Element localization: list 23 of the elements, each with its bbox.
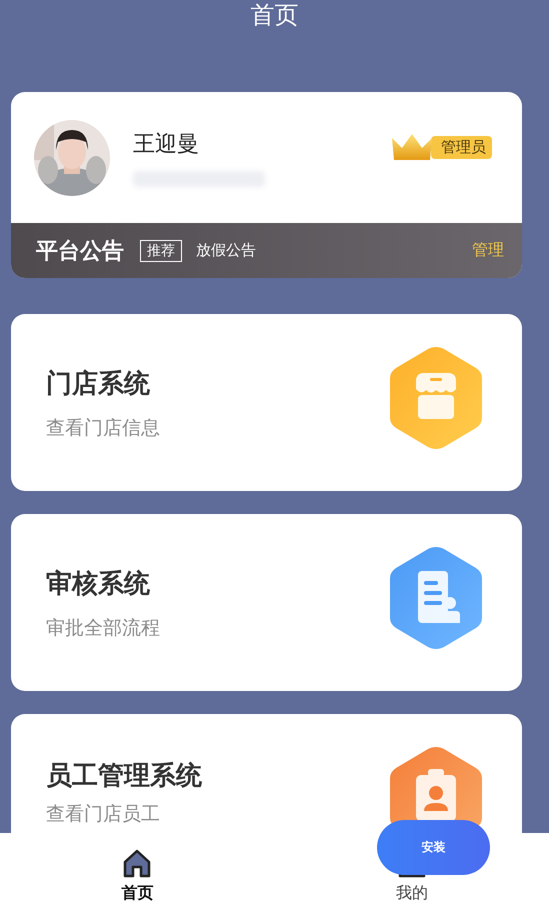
store-icon xyxy=(388,345,484,451)
crown-icon xyxy=(389,132,435,162)
system-subtitle: 查看门店员工 xyxy=(46,802,161,827)
document-person-icon xyxy=(388,545,484,651)
system-title: 审核系统 xyxy=(46,568,151,601)
notice-tag: 推荐 xyxy=(140,240,182,262)
home-tab[interactable]: 首页 xyxy=(121,883,154,904)
system-card[interactable]: 门店系统 查看门店信息 xyxy=(11,314,522,491)
install-button[interactable]: 安装 xyxy=(377,820,490,875)
system-card[interactable]: 审核系统 审批全部流程 xyxy=(11,514,522,691)
system-title: 员工管理系统 xyxy=(46,760,203,793)
page-title: 首页 xyxy=(250,0,298,30)
system-title: 门店系统 xyxy=(46,368,151,401)
notice-text[interactable]: 放假公告 xyxy=(196,241,472,260)
profile-tab[interactable]: 我的 xyxy=(396,883,428,904)
user-name: 王迎曼 xyxy=(133,130,200,158)
home-icon xyxy=(121,847,154,879)
notice-title: 平台公告 xyxy=(36,238,124,266)
system-subtitle: 审批全部流程 xyxy=(46,616,161,641)
system-subtitle: 查看门店信息 xyxy=(46,416,161,441)
role-badge: 管理员 xyxy=(431,136,492,158)
manage-link[interactable]: 管理 xyxy=(472,240,504,261)
system-card[interactable]: 员工管理系统 查看门店员工 xyxy=(11,714,522,833)
